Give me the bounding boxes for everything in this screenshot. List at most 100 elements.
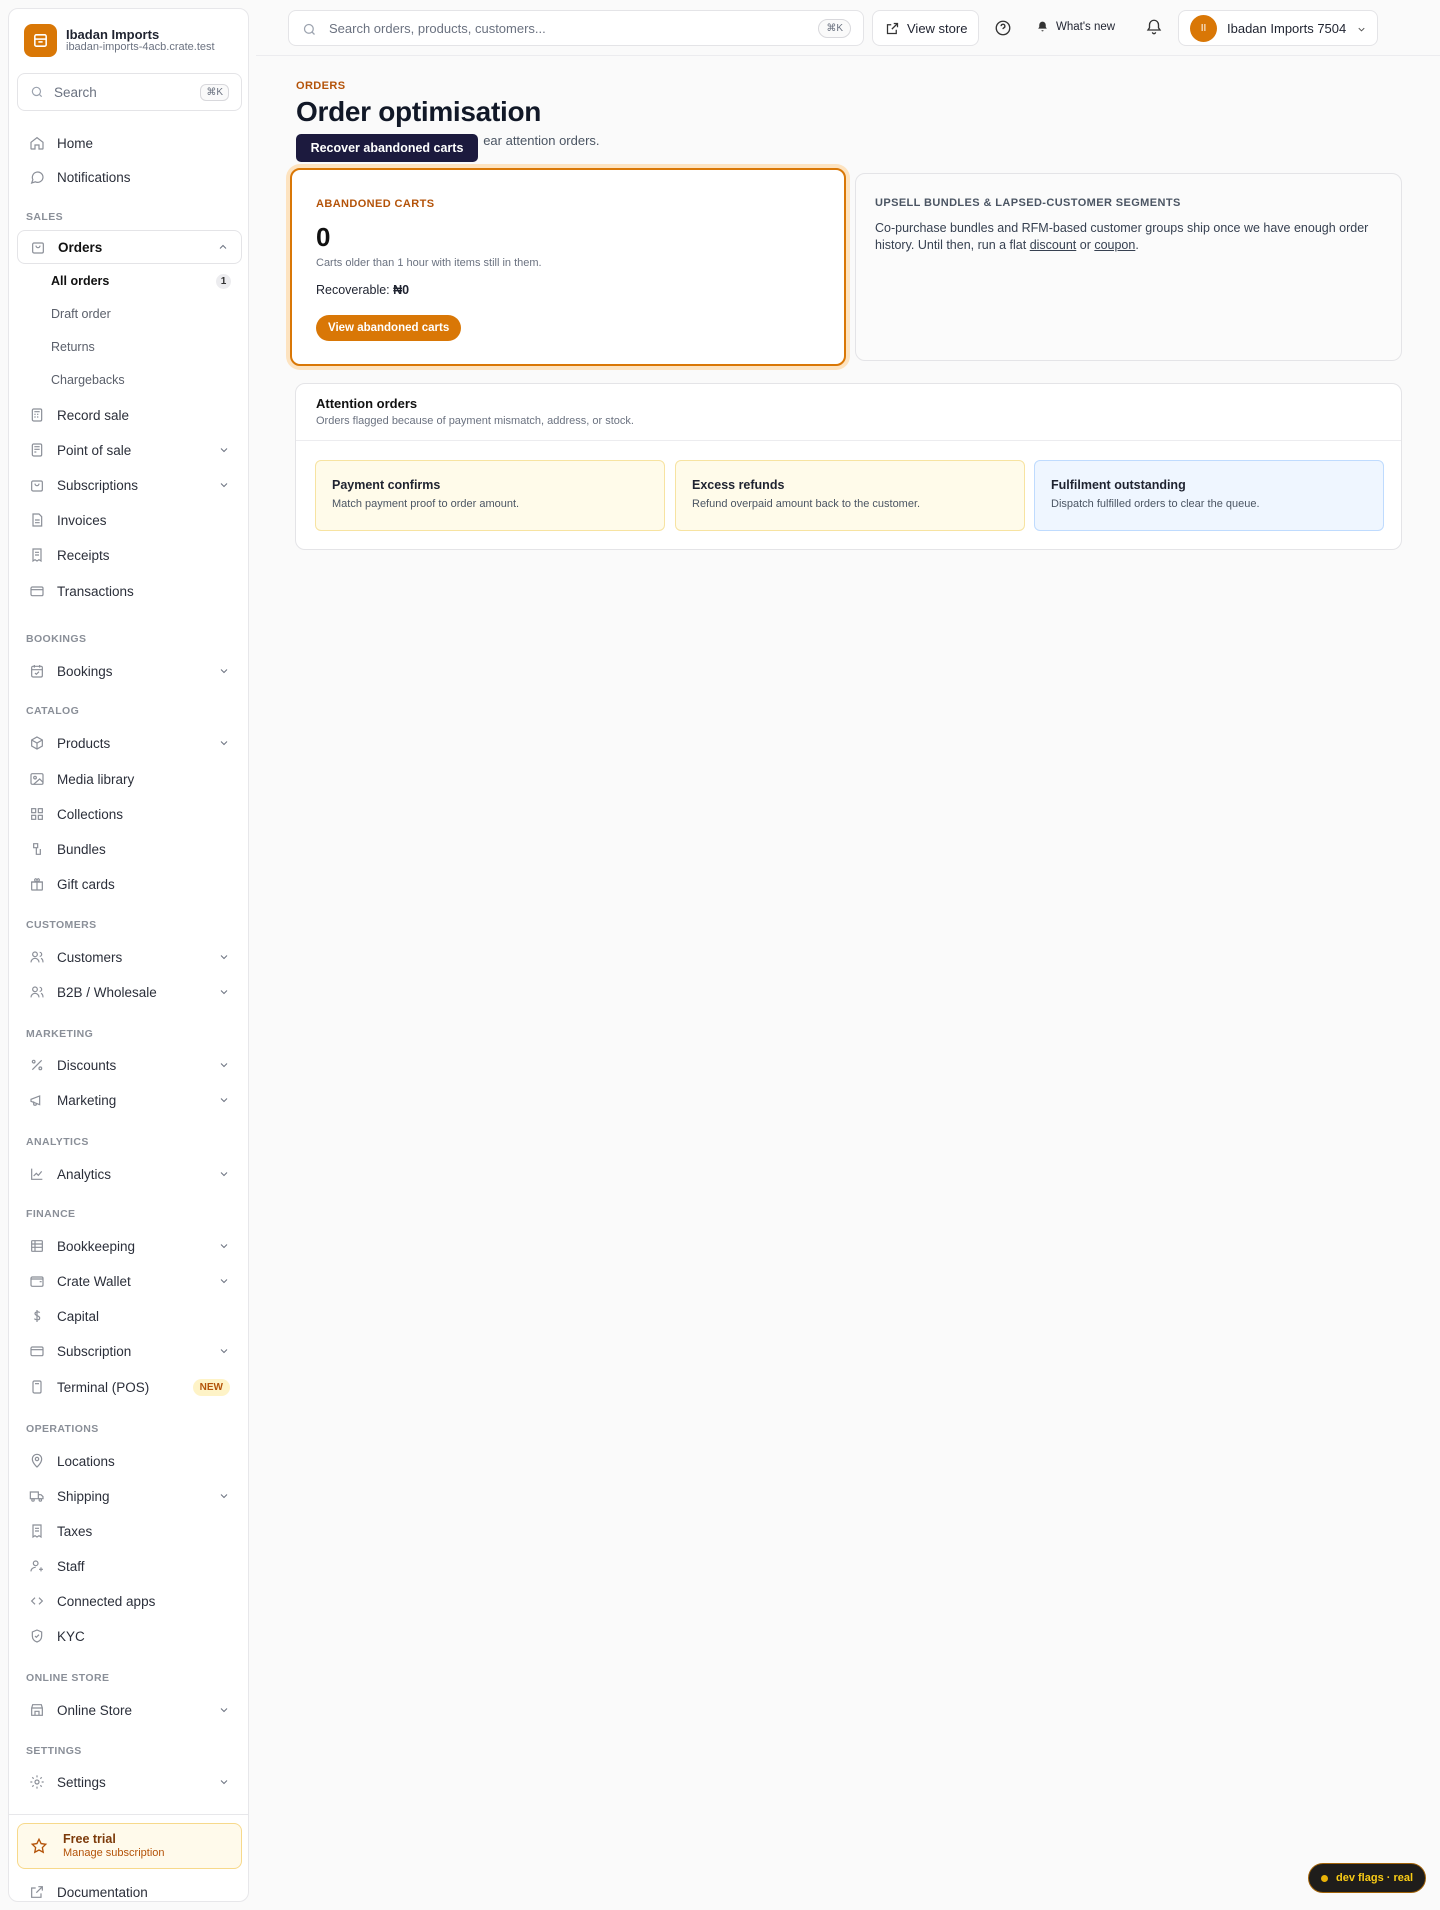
sidebar-item-label: Shipping: [57, 1488, 110, 1504]
notifications-bell-icon[interactable]: [1145, 18, 1163, 36]
sidebar-item-invoices[interactable]: Invoices: [17, 504, 242, 536]
tile-title: Excess refunds: [692, 478, 785, 492]
recoverable-label: Recoverable:: [316, 283, 390, 297]
attention-orders-panel: Attention orders Orders flagged because …: [295, 383, 1402, 550]
sidebar-item-label: Subscription: [57, 1343, 132, 1359]
sidebar-subitem-draft-order[interactable]: Draft order: [51, 300, 241, 328]
sidebar-item-label: Invoices: [57, 512, 107, 528]
store-brand[interactable]: Ibadan Imports ibadan-imports-4acb.crate…: [24, 24, 215, 57]
sidebar-subitem-returns[interactable]: Returns: [51, 333, 241, 361]
sidebar-item-kyc[interactable]: KYC: [17, 1620, 242, 1652]
section-operations: OPERATIONS: [26, 1423, 99, 1435]
sidebar-item-gift-cards[interactable]: Gift cards: [17, 868, 242, 900]
sidebar-item-label: B2B / Wholesale: [57, 984, 157, 1000]
search-icon: [303, 23, 315, 35]
sidebar-item-staff[interactable]: Staff: [17, 1550, 242, 1582]
help-icon[interactable]: [994, 19, 1012, 37]
sidebar-item-discounts[interactable]: Discounts: [17, 1049, 242, 1081]
free-trial-banner[interactable]: Free trial Manage subscription: [17, 1823, 242, 1869]
store-domain: ibadan-imports-4acb.crate.test: [66, 40, 215, 53]
section-finance: FINANCE: [26, 1208, 76, 1220]
sidebar-item-label: Settings: [57, 1774, 106, 1790]
sidebar-item-point-of-sale[interactable]: Point of sale: [17, 434, 242, 466]
sidebar-item-label: Marketing: [57, 1092, 117, 1108]
avatar: II: [1190, 14, 1217, 42]
sidebar-item-capital[interactable]: Capital: [17, 1300, 242, 1332]
payment-confirms-tile[interactable]: Payment confirms Match payment proof to …: [315, 460, 665, 531]
account-menu[interactable]: II Ibadan Imports 7504: [1178, 10, 1378, 46]
coupon-link[interactable]: coupon: [1094, 238, 1135, 252]
bundle-icon: [33, 843, 41, 855]
discount-link[interactable]: discount: [1030, 238, 1077, 252]
sidebar-item-analytics[interactable]: Analytics: [17, 1158, 242, 1190]
chevron-down-icon: [220, 669, 228, 674]
sidebar-item-subscription[interactable]: Subscription: [17, 1335, 242, 1367]
section-settings: SETTINGS: [26, 1745, 82, 1757]
dev-flags-pill[interactable]: dev flags · real: [1308, 1863, 1426, 1893]
whats-new-button[interactable]: What's new: [1036, 20, 1115, 33]
sidebar-subitem-all-orders[interactable]: All orders 1: [51, 267, 241, 295]
wallet-icon: [30, 1276, 44, 1287]
view-abandoned-carts-button[interactable]: View abandoned carts: [316, 315, 462, 341]
manage-subscription-link[interactable]: Manage subscription: [63, 1846, 165, 1860]
sidebar-item-orders[interactable]: Orders: [17, 230, 242, 264]
upsell-text-or: or: [1076, 238, 1095, 252]
sidebar-item-online-store[interactable]: Online Store: [17, 1694, 242, 1726]
sidebar-subitem-chargebacks[interactable]: Chargebacks: [51, 366, 241, 394]
sidebar-item-documentation[interactable]: Documentation: [17, 1876, 242, 1908]
sidebar-item-label: Receipts: [57, 547, 110, 563]
sidebar-item-locations[interactable]: Locations: [17, 1445, 242, 1477]
sidebar-item-marketing[interactable]: Marketing: [17, 1084, 242, 1116]
sidebar-item-notifications[interactable]: Notifications: [17, 161, 242, 193]
chevron-down-icon: [220, 990, 228, 995]
tile-description: Refund overpaid amount back to the custo…: [692, 498, 921, 510]
sidebar-item-label: Products: [57, 735, 111, 751]
home-icon: [30, 136, 44, 150]
sidebar-item-collections[interactable]: Collections: [17, 798, 242, 830]
users-icon: [30, 951, 44, 963]
sidebar-item-bundles[interactable]: Bundles: [17, 833, 242, 865]
box-icon: [31, 736, 43, 750]
sidebar-item-shipping[interactable]: Shipping: [17, 1480, 242, 1512]
sidebar-item-label: Record sale: [57, 407, 130, 423]
sidebar-item-label: Bookkeeping: [57, 1238, 136, 1254]
external-link-icon: [31, 1886, 43, 1898]
sidebar-item-transactions[interactable]: Transactions: [17, 575, 242, 607]
sidebar-item-bookings[interactable]: Bookings: [17, 655, 242, 687]
global-search-input[interactable]: Search orders, products, customers... ⌘K: [288, 10, 864, 46]
trial-title: Free trial: [63, 1832, 116, 1846]
account-name: Ibadan Imports 7504: [1227, 20, 1347, 36]
sidebar-item-taxes[interactable]: Taxes: [17, 1515, 242, 1547]
sidebar-item-media-library[interactable]: Media library: [17, 763, 242, 795]
sidebar-item-subscriptions[interactable]: Subscriptions: [17, 469, 242, 501]
sidebar-item-receipts[interactable]: Receipts: [17, 539, 242, 571]
sidebar-item-settings[interactable]: Settings: [17, 1766, 242, 1798]
sidebar-item-bookkeeping[interactable]: Bookkeeping: [17, 1230, 242, 1262]
sidebar-item-record-sale[interactable]: Record sale: [17, 399, 242, 431]
sidebar-item-connected-apps[interactable]: Connected apps: [17, 1585, 242, 1617]
sidebar-item-b2b-wholesale[interactable]: B2B / Wholesale: [17, 976, 242, 1008]
sidebar-item-label: Orders: [58, 239, 103, 255]
sidebar-item-products[interactable]: Products: [17, 727, 242, 759]
sidebar-item-crate-wallet[interactable]: Crate Wallet: [17, 1265, 242, 1297]
sidebar-item-label: Media library: [57, 771, 135, 787]
sidebar-search[interactable]: Search ⌘K: [17, 73, 242, 111]
sidebar-item-home[interactable]: Home: [17, 127, 242, 159]
grid-icon: [31, 808, 43, 820]
fulfilment-outstanding-tile[interactable]: Fulfilment outstanding Dispatch fulfille…: [1034, 460, 1384, 531]
upsell-text: Co-purchase bundles and RFM-based custom…: [875, 220, 1385, 254]
store-name: Ibadan Imports: [66, 26, 160, 42]
sidebar-item-customers[interactable]: Customers: [17, 941, 242, 973]
sidebar-item-terminal-pos[interactable]: Terminal (POS) NEW: [17, 1371, 242, 1403]
device-icon: [32, 1380, 42, 1394]
star-icon: [30, 1837, 48, 1854]
code-icon: [30, 1597, 44, 1605]
section-catalog: CATALOG: [26, 705, 80, 717]
search-shortcut: ⌘K: [818, 19, 851, 38]
bell-filled-icon: [1038, 21, 1047, 32]
excess-refunds-tile[interactable]: Excess refunds Refund overpaid amount ba…: [675, 460, 1025, 531]
section-analytics: ANALYTICS: [26, 1136, 89, 1148]
sidebar-item-label: KYC: [57, 1628, 85, 1644]
sidebar-item-label: Analytics: [57, 1166, 112, 1182]
view-store-button[interactable]: View store: [872, 10, 979, 46]
